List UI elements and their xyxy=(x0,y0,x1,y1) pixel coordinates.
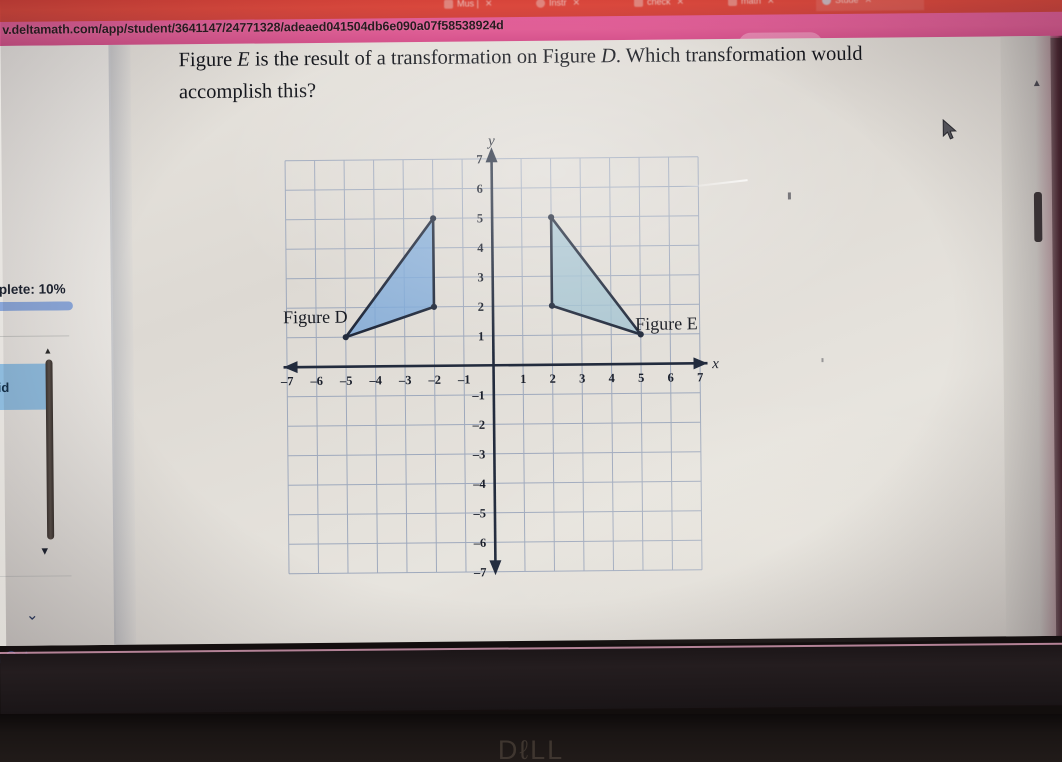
completion-label: mplete: 10% xyxy=(0,281,66,298)
mouse-cursor xyxy=(942,118,957,140)
chevron-down-icon[interactable]: ▼ xyxy=(39,546,50,558)
tab-close-icon[interactable]: ✕ xyxy=(677,0,685,7)
tab-favicon xyxy=(821,0,832,5)
tab-close-icon[interactable]: ✕ xyxy=(573,0,581,8)
svg-text:–5: –5 xyxy=(472,506,486,520)
svg-text:6: 6 xyxy=(477,182,483,196)
tab-title: Stude xyxy=(835,0,859,5)
svg-text:7: 7 xyxy=(476,152,482,166)
progress-bar-fill xyxy=(0,301,73,312)
page-scrollbar-thumb[interactable] xyxy=(1033,192,1043,243)
question-line1-a: Figure xyxy=(178,48,238,72)
svg-text:3: 3 xyxy=(477,270,483,284)
sidebar-action-button[interactable]: id xyxy=(0,363,52,411)
coordinate-plane: –7 –6 –5 –4 –3 –2 –1 1 2 3 4 5 6 7 7 6 5 4 3 2 1 –1 –2 –3 –4 –5 –6… xyxy=(269,133,723,579)
browser-tab[interactable]: check ✕ xyxy=(628,0,724,13)
tab-title: Mus | xyxy=(457,0,479,9)
progress-bar xyxy=(0,301,73,312)
svg-text:4: 4 xyxy=(477,241,484,255)
lcd-panel: Mus | ✕ Instr ✕ check ✕ math ✕ Stude xyxy=(0,0,1062,716)
scroll-up-icon[interactable]: ▲ xyxy=(43,346,52,356)
browser-tab-active[interactable]: Stude ✕ xyxy=(815,0,925,12)
question-line2: accomplish this? xyxy=(178,79,317,104)
svg-text:3: 3 xyxy=(579,371,585,385)
question-line1-c: . Which transformation would xyxy=(615,42,863,68)
browser-tab[interactable]: Mus | ✕ xyxy=(438,0,520,15)
device-brand-logo: DℓLL xyxy=(497,735,565,762)
tab-close-icon[interactable]: ✕ xyxy=(485,0,493,9)
svg-text:–2: –2 xyxy=(472,418,486,432)
sidebar-action-button-label: id xyxy=(0,379,10,395)
browser-tab[interactable]: Instr ✕ xyxy=(530,0,628,14)
svg-text:–4: –4 xyxy=(368,373,382,387)
svg-text:1: 1 xyxy=(478,329,484,343)
svg-text:7: 7 xyxy=(697,370,703,384)
svg-text:6: 6 xyxy=(667,371,673,385)
svg-text:–6: –6 xyxy=(309,374,323,388)
svg-text:–7: –7 xyxy=(280,374,294,388)
dust-speck xyxy=(821,358,824,363)
svg-text:–3: –3 xyxy=(398,373,412,387)
sidebar-divider xyxy=(0,335,70,338)
tab-close-icon[interactable]: ✕ xyxy=(767,0,775,6)
svg-text:–1: –1 xyxy=(457,373,471,387)
tab-favicon xyxy=(634,0,644,7)
x-axis-label: x xyxy=(711,356,719,372)
tab-favicon xyxy=(536,0,546,8)
tab-title: check xyxy=(646,0,671,7)
svg-text:5: 5 xyxy=(638,371,644,385)
svg-text:–5: –5 xyxy=(339,374,353,388)
y-axis-label: y xyxy=(486,135,495,149)
svg-text:–3: –3 xyxy=(472,447,486,461)
svg-text:5: 5 xyxy=(477,211,483,225)
tab-close-icon[interactable]: ✕ xyxy=(865,0,873,5)
svg-text:–7: –7 xyxy=(473,565,487,579)
tab-title: Instr xyxy=(549,0,567,8)
sidebar-divider-2 xyxy=(0,575,72,578)
question-text: Figure E is the result of a transformati… xyxy=(178,37,939,108)
figure-d-italic: D xyxy=(600,45,616,68)
sidebar-scrollbar-thumb[interactable] xyxy=(45,359,55,540)
svg-text:2: 2 xyxy=(549,372,555,386)
figure-d-label: Figure D xyxy=(282,306,348,328)
tab-title: math xyxy=(740,0,762,6)
svg-text:–1: –1 xyxy=(471,388,485,402)
laptop-screen-photo: Mus | ✕ Instr ✕ check ✕ math ✕ Stude xyxy=(0,0,1062,762)
question-line1-b: is the result of a transformation on Fig… xyxy=(249,45,602,71)
svg-text:–4: –4 xyxy=(472,477,486,491)
student-sidebar: mplete: 10% id ▲ s: ▼ ⌄ og Out xyxy=(0,44,117,664)
window-right-edge xyxy=(1000,35,1062,637)
svg-text:4: 4 xyxy=(608,371,615,385)
chevron-down-icon[interactable]: ⌄ xyxy=(26,606,39,624)
dust-speck xyxy=(787,192,791,200)
figure-e-italic: E xyxy=(237,48,250,71)
svg-text:–2: –2 xyxy=(427,373,441,387)
svg-text:2: 2 xyxy=(478,300,484,314)
svg-text:1: 1 xyxy=(520,372,526,386)
tab-favicon xyxy=(728,0,738,6)
scroll-up-icon[interactable]: ▲ xyxy=(1032,78,1042,89)
windows-taskbar: ⚲ Search xyxy=(0,644,1062,714)
svg-text:–6: –6 xyxy=(473,536,487,550)
tab-favicon xyxy=(444,0,454,9)
coordinate-plane-svg: –7 –6 –5 –4 –3 –2 –1 1 2 3 4 5 6 7 7 6 5 4 3 2 1 –1 –2 –3 –4 –5 –6… xyxy=(280,133,719,579)
figure-e-label: Figure E xyxy=(635,313,698,334)
browser-tab[interactable]: math ✕ xyxy=(722,0,818,12)
